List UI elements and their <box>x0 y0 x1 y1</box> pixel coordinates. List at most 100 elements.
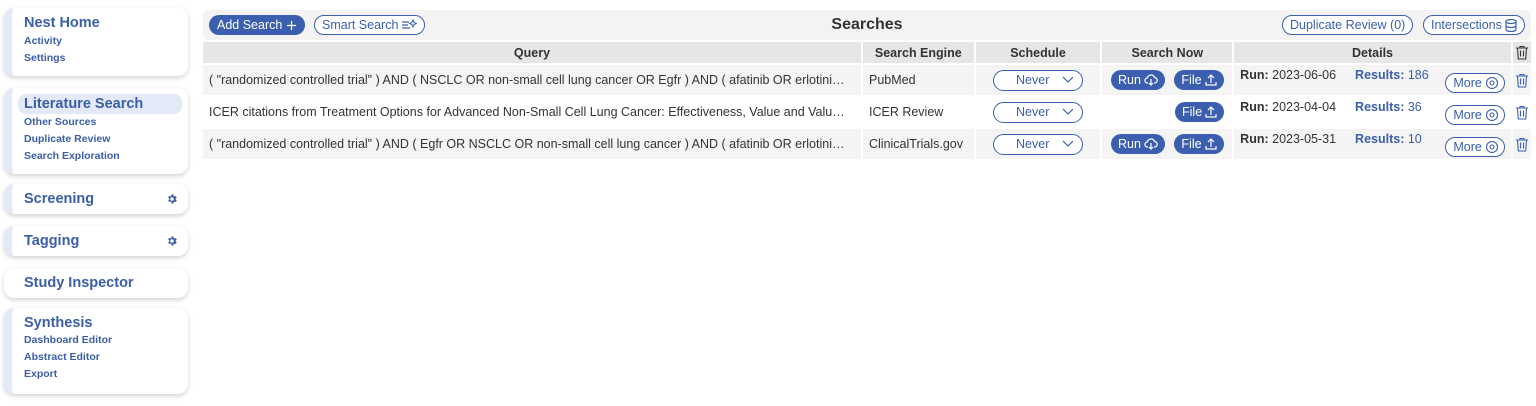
run-button[interactable]: Run <box>1110 70 1165 90</box>
delete-cell <box>1512 129 1531 159</box>
eye-icon <box>1485 140 1499 153</box>
study-inspector-card[interactable]: Study Inspector <box>4 268 188 298</box>
results-label: Results: <box>1355 131 1405 146</box>
eye-icon <box>1485 108 1499 121</box>
literature-search-card: Literature Search Other Sources Duplicat… <box>4 88 188 174</box>
gear-icon[interactable] <box>166 193 178 205</box>
run-label: Run: <box>1240 99 1269 114</box>
header-search-engine: Search Engine <box>862 42 974 63</box>
more-button[interactable]: More <box>1445 104 1505 125</box>
synthesis-card: Synthesis Dashboard Editor Abstract Edit… <box>4 308 188 394</box>
literature-search-link[interactable]: Literature Search <box>18 94 182 114</box>
file-button[interactable]: File <box>1174 70 1224 90</box>
nest-home-link[interactable]: Nest Home <box>24 14 188 32</box>
schedule-value: Never <box>1016 73 1050 87</box>
file-button-label: File <box>1182 105 1203 119</box>
engine-cell: ClinicalTrials.gov <box>862 129 974 159</box>
nest-home-card: Nest Home Activity Settings <box>4 8 188 76</box>
main-content: Add Search Smart Search Searches Duplica… <box>203 10 1531 161</box>
schedule-value: Never <box>1016 137 1050 151</box>
table-row: ( "randomized controlled trial" ) AND ( … <box>203 65 1531 95</box>
results-count[interactable]: 36 <box>1408 100 1422 114</box>
results-label: Results: <box>1355 67 1405 82</box>
schedule-select[interactable]: Never <box>993 69 1084 91</box>
more-button-label: More <box>1453 139 1482 154</box>
tagging-link[interactable]: Tagging <box>24 232 188 250</box>
sidebar-item-search-exploration[interactable]: Search Exploration <box>24 148 188 165</box>
query-cell: ( "randomized controlled trial" ) AND ( … <box>203 129 861 159</box>
file-button[interactable]: File <box>1174 134 1224 154</box>
trash-icon[interactable] <box>1515 45 1529 60</box>
details-cell: Run: 2023-05-31 Results: 10 More <box>1234 129 1511 159</box>
run-button[interactable]: Run <box>1110 134 1165 154</box>
results-label: Results: <box>1355 99 1405 114</box>
chevron-down-icon <box>1062 76 1074 84</box>
upload-icon <box>1204 74 1217 86</box>
engine-cell: ICER Review <box>862 97 974 127</box>
gear-icon[interactable] <box>166 235 178 247</box>
query-cell: ICER citations from Treatment Options fo… <box>203 97 861 127</box>
header-details: Details <box>1234 42 1511 63</box>
trash-icon[interactable] <box>1515 72 1529 88</box>
run-date: 2023-05-31 <box>1272 131 1337 146</box>
intersections-button[interactable]: Intersections <box>1423 15 1525 35</box>
more-button[interactable]: More <box>1445 72 1505 93</box>
search-now-cell: Run File <box>1102 129 1233 159</box>
screening-card[interactable]: Screening <box>4 184 188 214</box>
screening-link[interactable]: Screening <box>24 190 188 208</box>
table-row: ICER citations from Treatment Options fo… <box>203 97 1531 127</box>
sidebar-item-settings[interactable]: Settings <box>24 50 188 67</box>
sidebar-item-duplicate-review[interactable]: Duplicate Review <box>24 131 188 148</box>
results-count[interactable]: 10 <box>1408 132 1422 146</box>
table-row: ( "randomized controlled trial" ) AND ( … <box>203 129 1531 159</box>
file-button-label: File <box>1181 137 1202 151</box>
schedule-cell: Never <box>975 97 1101 127</box>
sidebar-item-export[interactable]: Export <box>24 366 188 383</box>
sidebar-item-dashboard-editor[interactable]: Dashboard Editor <box>24 332 188 349</box>
engine-cell: PubMed <box>862 65 974 95</box>
chevron-down-icon <box>1062 140 1074 148</box>
intersections-label: Intersections <box>1431 18 1502 32</box>
sidebar-item-activity[interactable]: Activity <box>24 33 188 50</box>
upload-icon <box>1205 106 1217 118</box>
search-now-cell: File <box>1102 97 1233 127</box>
schedule-select[interactable]: Never <box>993 133 1084 155</box>
trash-icon[interactable] <box>1515 136 1529 152</box>
more-button-label: More <box>1453 107 1482 122</box>
search-now-cell: Run File <box>1102 65 1233 95</box>
delete-cell <box>1512 97 1531 127</box>
file-button[interactable]: File <box>1175 102 1225 122</box>
database-icon <box>1505 18 1517 32</box>
toolbar: Add Search Smart Search Searches Duplica… <box>203 10 1531 40</box>
cloud-download-icon <box>1144 74 1158 86</box>
header-query: Query <box>203 42 861 63</box>
file-button-label: File <box>1181 73 1202 87</box>
delete-cell <box>1512 65 1531 95</box>
sidebar-item-abstract-editor[interactable]: Abstract Editor <box>24 349 188 366</box>
schedule-select[interactable]: Never <box>993 101 1084 123</box>
trash-icon[interactable] <box>1515 104 1529 120</box>
duplicate-review-button[interactable]: Duplicate Review (0) <box>1282 15 1414 35</box>
table-header-row: Query Search Engine Schedule Search Now … <box>203 42 1531 63</box>
duplicate-review-label: Duplicate Review (0) <box>1290 18 1406 32</box>
header-delete <box>1512 42 1531 63</box>
run-date: 2023-04-04 <box>1272 99 1337 114</box>
searches-table: Query Search Engine Schedule Search Now … <box>201 40 1533 161</box>
header-schedule: Schedule <box>975 42 1101 63</box>
details-cell: Run: 2023-04-04 Results: 36 More <box>1234 97 1511 127</box>
results-count[interactable]: 186 <box>1408 68 1429 82</box>
cloud-download-icon <box>1144 138 1158 150</box>
header-search-now: Search Now <box>1102 42 1233 63</box>
synthesis-link[interactable]: Synthesis <box>24 314 188 332</box>
run-label: Run: <box>1240 131 1269 146</box>
schedule-cell: Never <box>975 129 1101 159</box>
run-label: Run: <box>1240 67 1269 82</box>
sidebar-item-other-sources[interactable]: Other Sources <box>24 114 188 131</box>
tagging-card[interactable]: Tagging <box>4 226 188 256</box>
study-inspector-link[interactable]: Study Inspector <box>24 274 188 292</box>
schedule-value: Never <box>1016 105 1050 119</box>
run-date: 2023-06-06 <box>1272 67 1337 82</box>
chevron-down-icon <box>1062 108 1074 116</box>
more-button[interactable]: More <box>1445 136 1505 157</box>
eye-icon <box>1485 76 1499 89</box>
